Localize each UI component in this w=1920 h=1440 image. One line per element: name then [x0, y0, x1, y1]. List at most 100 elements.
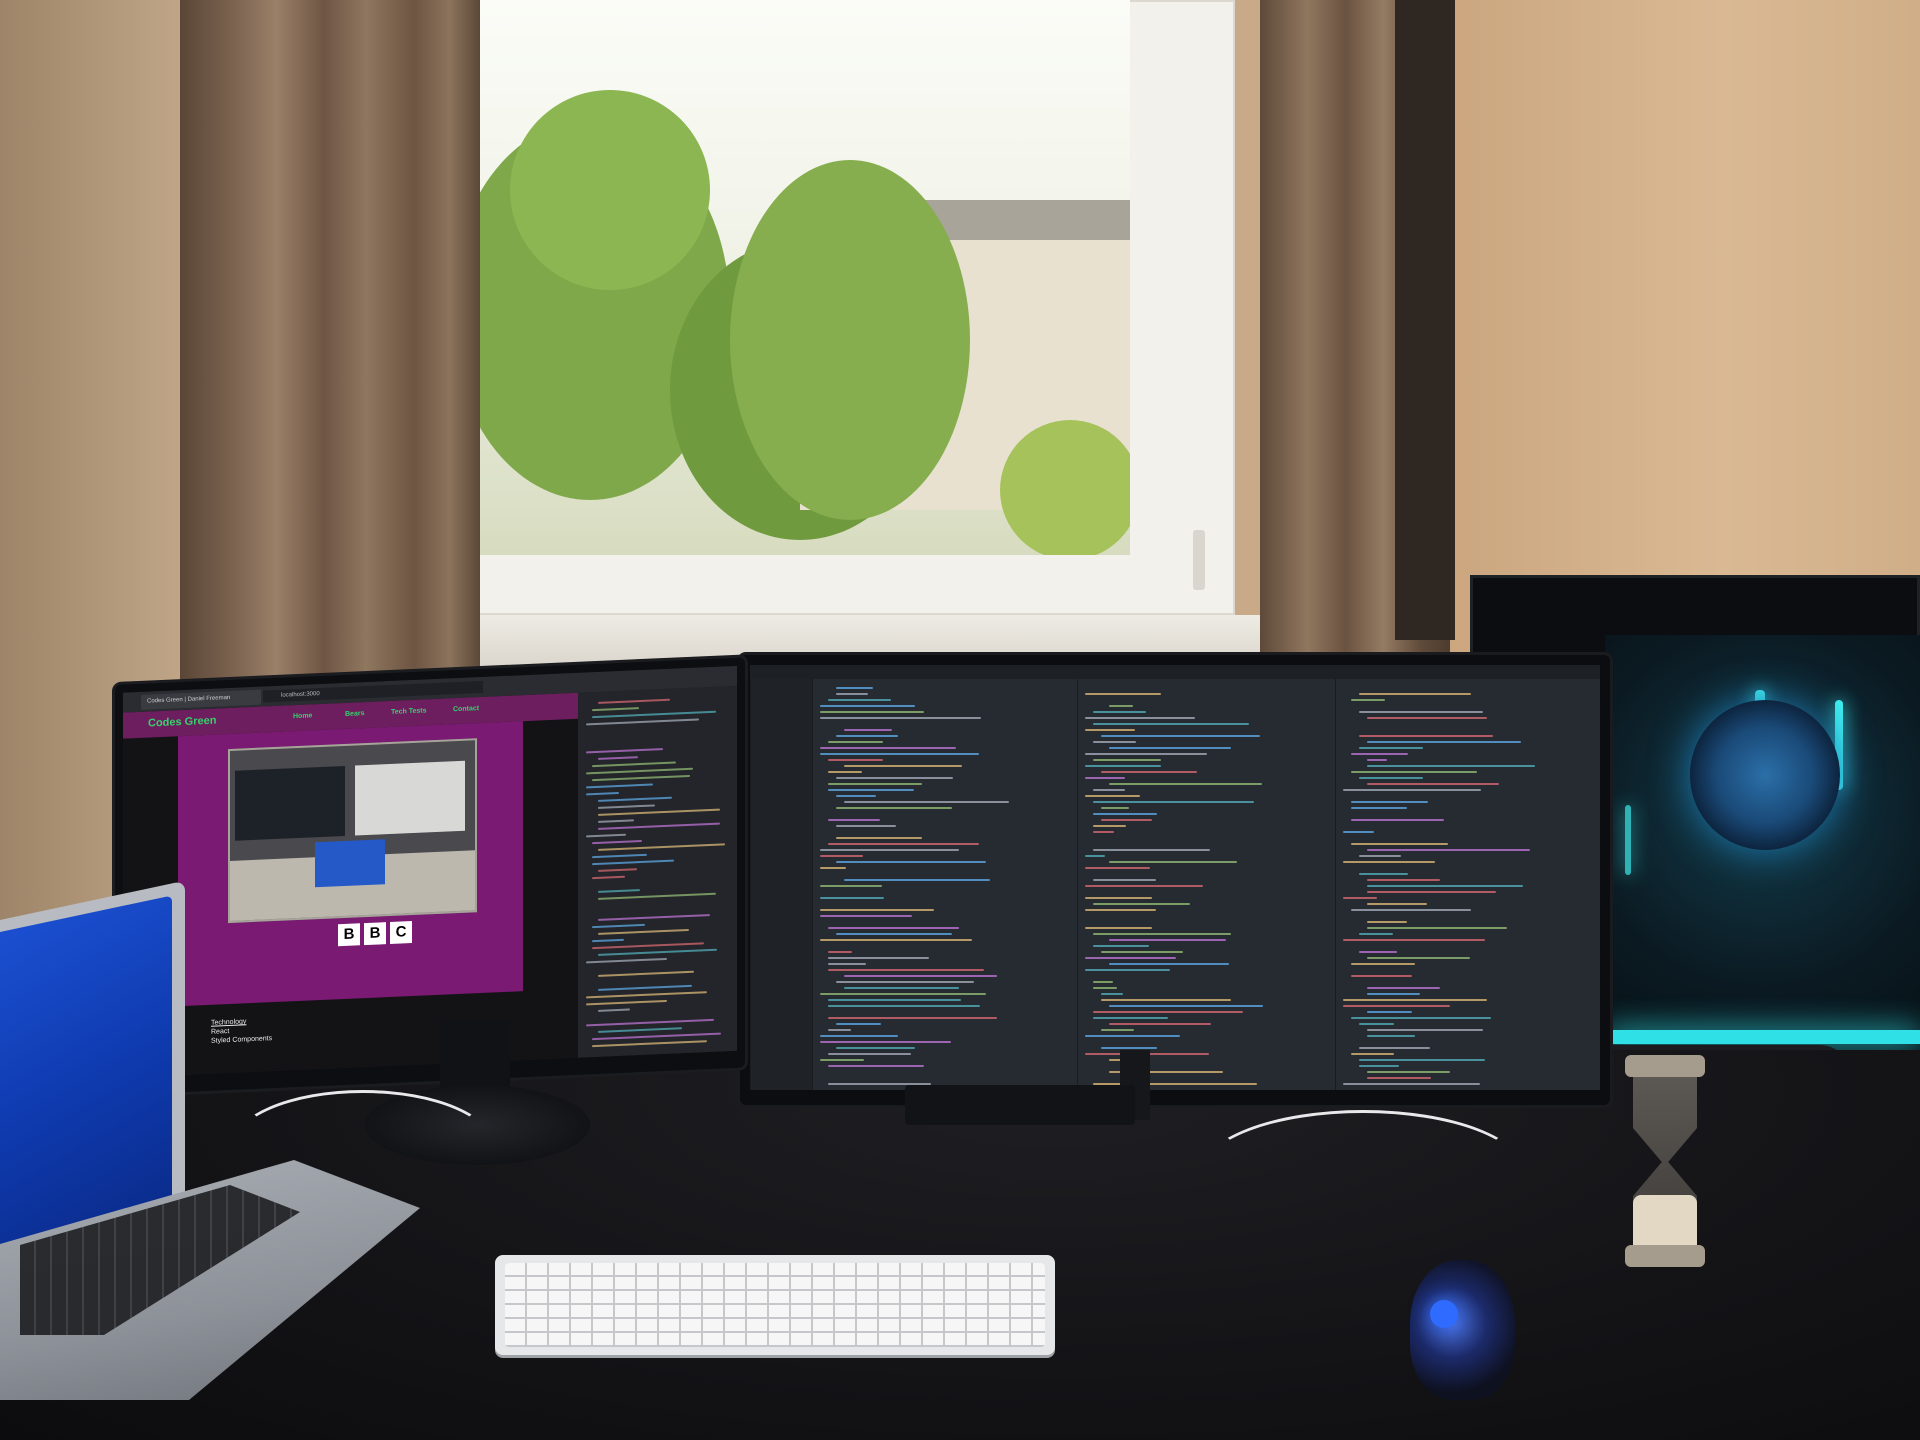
devtools-line	[592, 1032, 722, 1041]
code-line	[1093, 1011, 1244, 1013]
code-line	[828, 699, 891, 701]
code-line	[1367, 741, 1522, 743]
code-line	[1367, 717, 1487, 719]
devtools-line	[586, 783, 654, 789]
code-line	[1093, 825, 1127, 827]
code-line	[1093, 831, 1114, 833]
code-line	[828, 783, 923, 785]
code-line	[820, 849, 959, 851]
devtools-panel[interactable]	[578, 685, 737, 1058]
code-line	[1367, 1011, 1413, 1013]
code-line	[1085, 795, 1141, 797]
file-explorer[interactable]	[750, 679, 813, 1090]
devtools-line	[598, 948, 717, 956]
code-line	[1343, 897, 1378, 899]
code-line	[1101, 735, 1260, 737]
fan-icon	[1690, 700, 1840, 850]
code-line	[1101, 951, 1184, 953]
left-monitor: Codes Green | Daniel Freeman localhost:3…	[115, 657, 745, 1095]
code-line	[1367, 849, 1531, 851]
code-line	[1093, 741, 1136, 743]
code-line	[820, 1035, 899, 1037]
devtools-line	[586, 718, 700, 726]
code-line	[1359, 777, 1424, 779]
code-line	[828, 1017, 997, 1019]
curtain-left	[180, 0, 480, 760]
code-line	[1085, 729, 1136, 731]
code-line	[820, 915, 912, 917]
code-line	[1093, 759, 1162, 761]
code-line	[836, 693, 868, 695]
window-handle-icon[interactable]	[1193, 530, 1205, 590]
code-line	[1085, 753, 1208, 755]
code-line	[1359, 933, 1394, 935]
code-line	[828, 951, 853, 953]
devtools-line	[592, 707, 640, 712]
pc-led-strip	[1605, 1030, 1920, 1044]
code-line	[844, 987, 960, 989]
code-line	[828, 927, 959, 929]
devtools-line	[586, 999, 667, 1006]
code-line	[1351, 699, 1385, 701]
code-line	[1343, 999, 1487, 1001]
devtools-line	[598, 984, 692, 991]
code-line	[836, 735, 899, 737]
code-line	[828, 1065, 925, 1067]
code-line	[820, 1041, 951, 1043]
code-line	[1359, 951, 1397, 953]
devtools-line	[598, 889, 640, 893]
site-footer: Technology React Styled Components	[211, 1016, 272, 1046]
code-line	[820, 705, 915, 707]
code-line	[1359, 1059, 1486, 1061]
nav-bears[interactable]: Bears	[345, 710, 364, 718]
code-line	[836, 933, 952, 935]
code-line	[828, 957, 929, 959]
code-line	[836, 825, 896, 827]
code-line	[1101, 819, 1153, 821]
code-line	[1101, 1029, 1135, 1031]
devtools-line	[598, 819, 634, 823]
code-line	[836, 861, 987, 863]
code-line	[1093, 789, 1126, 791]
code-line	[1343, 831, 1374, 833]
code-line	[836, 837, 923, 839]
devtools-line	[598, 822, 720, 830]
code-line	[836, 687, 874, 689]
code-line	[828, 1029, 852, 1031]
code-line	[1343, 789, 1482, 791]
devtools-line	[592, 853, 647, 859]
code-line	[1085, 855, 1106, 857]
keyboard[interactable]	[495, 1255, 1055, 1355]
code-line	[828, 843, 979, 845]
keyboard-keys[interactable]	[505, 1263, 1045, 1347]
devtools-line	[586, 792, 619, 796]
code-line	[1085, 969, 1171, 971]
code-line	[828, 963, 867, 965]
devtools-line	[598, 796, 673, 802]
code-line	[1093, 933, 1231, 935]
hourglass	[1625, 1055, 1705, 1275]
devtools-line	[592, 859, 674, 866]
cable	[1200, 1110, 1526, 1236]
code-line	[828, 969, 984, 971]
code-line	[844, 765, 962, 767]
site-logo[interactable]: Codes Green	[148, 715, 216, 730]
devtools-line	[592, 875, 625, 880]
devtools-line	[592, 710, 717, 719]
devtools-line	[598, 804, 656, 809]
code-line	[1367, 903, 1427, 905]
code-line	[828, 789, 914, 791]
nav-tech-tests[interactable]: Tech Tests	[391, 707, 427, 716]
nav-contact[interactable]: Contact	[453, 705, 479, 713]
code-line	[1093, 945, 1150, 947]
code-line	[1351, 843, 1448, 845]
mouse[interactable]	[1410, 1260, 1515, 1400]
devtools-line	[598, 698, 671, 704]
nav-home[interactable]: Home	[293, 712, 312, 720]
code-line	[1343, 861, 1436, 863]
bbc-letter: C	[390, 921, 412, 944]
code-line	[1367, 1071, 1450, 1073]
code-line	[1093, 711, 1147, 713]
code-line	[836, 777, 954, 779]
code-line	[1101, 999, 1232, 1001]
